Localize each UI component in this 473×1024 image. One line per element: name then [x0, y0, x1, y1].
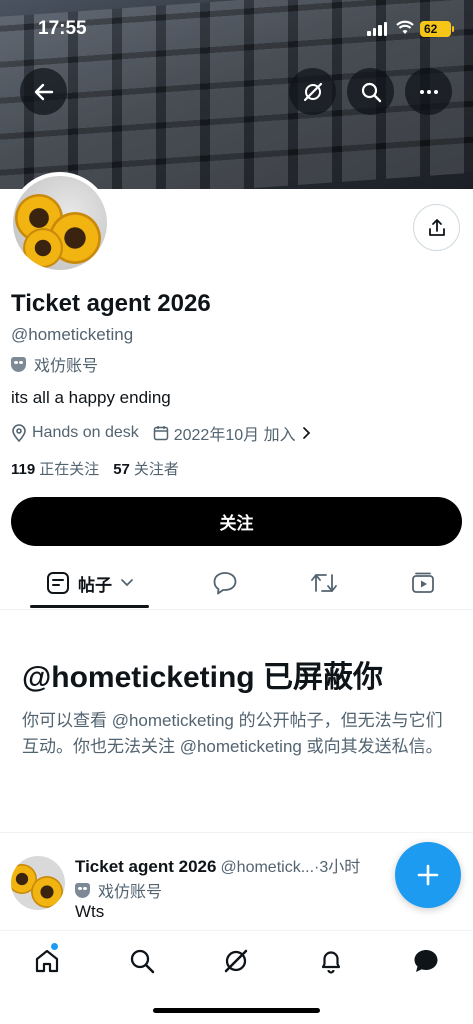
divider	[0, 832, 473, 833]
parody-text: 戏仿账号	[34, 358, 99, 375]
grok-icon	[303, 82, 322, 101]
follow-stats: 119 正在关注 57 关注者	[11, 458, 179, 479]
notification-dot	[51, 943, 58, 950]
nav-grok[interactable]	[212, 939, 260, 983]
profile-avatar[interactable]	[9, 172, 111, 274]
nav-messages[interactable]	[402, 939, 450, 983]
home-icon	[35, 949, 59, 973]
active-tab-indicator	[30, 605, 149, 608]
more-icon	[419, 89, 438, 94]
search-button[interactable]	[347, 68, 394, 115]
back-button[interactable]	[20, 68, 67, 115]
signal-icon	[367, 22, 387, 36]
parody-mask-icon	[75, 882, 90, 898]
following-stat[interactable]: 119 正在关注	[11, 458, 99, 479]
calendar-icon	[153, 426, 168, 441]
nav-home[interactable]	[23, 939, 71, 983]
profile-tabs: 帖子	[0, 558, 473, 610]
tab-replies[interactable]	[200, 558, 250, 608]
post-header: Ticket agent 2026 @hometick...·3小时	[75, 853, 360, 877]
location-text: Hands on desk	[32, 424, 139, 441]
plus-icon	[417, 864, 439, 886]
share-button[interactable]	[413, 204, 460, 251]
post-handle-time: @hometick...·3小时	[220, 859, 361, 876]
post-avatar[interactable]	[11, 856, 65, 910]
grok-button[interactable]	[289, 68, 336, 115]
status-time: 17:55	[38, 18, 87, 39]
follow-button[interactable]: 关注	[11, 497, 462, 546]
tab-reposts[interactable]	[299, 558, 349, 608]
arrow-left-icon	[34, 83, 53, 100]
more-button[interactable]	[405, 68, 452, 115]
nav-search[interactable]	[118, 939, 166, 983]
followers-stat[interactable]: 57 关注者	[113, 458, 179, 479]
chevron-down-icon	[121, 579, 133, 587]
compose-button[interactable]	[395, 842, 461, 908]
profile-handle: @hometicketing	[11, 325, 134, 344]
posts-icon	[47, 572, 69, 594]
bell-icon	[321, 951, 341, 974]
blocked-description: 你可以查看 @hometicketing 的公开帖子，但无法与它们互动。你也无法…	[22, 711, 443, 756]
post-parody-label: 戏仿账号	[75, 878, 162, 902]
profile-name: Ticket agent 2026	[11, 290, 211, 317]
profile-meta: Hands on desk 2022年10月 加入	[11, 421, 325, 445]
joined-text: 2022年10月 加入	[173, 427, 296, 444]
profile-bio: its all a happy ending	[11, 388, 171, 407]
nav-notifications[interactable]	[307, 939, 355, 983]
chevron-right-icon[interactable]	[301, 426, 311, 440]
repost-icon	[311, 574, 337, 592]
tab-posts-label: 帖子	[78, 575, 112, 595]
search-icon	[130, 949, 155, 974]
wifi-icon	[396, 20, 414, 34]
chat-icon	[414, 950, 438, 972]
parody-mask-icon	[11, 356, 26, 372]
location-pin-icon	[12, 424, 26, 442]
tab-posts[interactable]: 帖子	[30, 558, 150, 608]
post-author-name[interactable]: Ticket agent 2026	[75, 857, 216, 876]
status-bar: 17:55 62	[0, 0, 473, 58]
post-text: Wts	[75, 902, 105, 921]
reply-icon	[213, 572, 237, 595]
home-indicator	[153, 1008, 320, 1013]
search-icon	[361, 82, 381, 102]
parody-label: 戏仿账号	[11, 352, 98, 376]
share-icon	[428, 218, 445, 236]
location: Hands on desk	[11, 424, 139, 442]
post-parody-text: 戏仿账号	[98, 884, 163, 901]
joined-date: 2022年10月 加入	[153, 421, 311, 445]
tab-media[interactable]	[398, 558, 448, 608]
battery-indicator: 62	[420, 21, 454, 37]
blocked-title: @hometicketing 已屏蔽你	[22, 661, 383, 694]
video-icon	[412, 572, 434, 593]
grok-icon	[224, 949, 248, 973]
